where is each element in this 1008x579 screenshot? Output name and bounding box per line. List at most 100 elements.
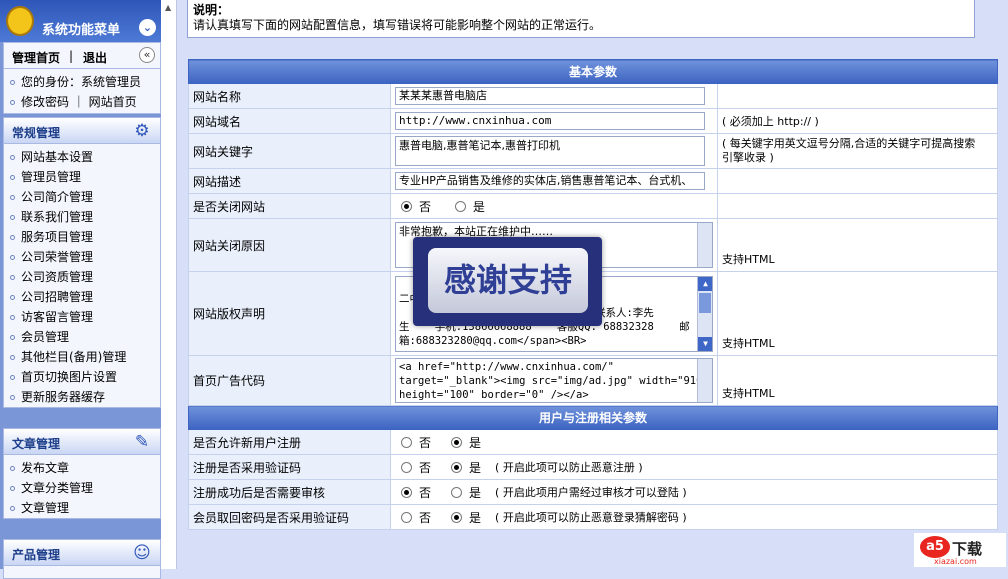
sidebar-menu-label[interactable]: 公司招聘管理 <box>21 290 93 304</box>
site-name-input[interactable]: 某某某惠普电脑店 <box>395 87 705 105</box>
sidebar-menu-label[interactable]: 文章分类管理 <box>21 481 93 495</box>
keywords-label: 网站关键字 <box>188 133 391 169</box>
sidebar-menu-label[interactable]: 文章管理 <box>21 501 69 515</box>
option-no-radio[interactable] <box>401 461 412 473</box>
sidebar-menu-label[interactable]: 更新服务器缓存 <box>21 390 105 404</box>
bullet-icon <box>10 466 15 471</box>
sidebar-menu-item[interactable]: 其他栏目(备用)管理 <box>10 347 160 367</box>
sidebar-menu-item[interactable]: 更新服务器缓存 <box>10 387 160 407</box>
keywords-note: 引擎收录 ) <box>722 151 774 164</box>
sidebar-menu-label[interactable]: 会员管理 <box>21 330 69 344</box>
user-setting-radios: 否 是 ( 开启此项可以防止恶意登录猜解密码 ) <box>390 504 998 530</box>
sidebar-menu-item[interactable]: 服务项目管理 <box>10 227 160 247</box>
close-site-yes-radio[interactable] <box>454 200 466 212</box>
notice-box: 说明： 请认真填写下面的网站配置信息，填写错误将可能影响整个网站的正常运行。 <box>187 0 975 38</box>
sidebar-menu-label[interactable]: 首页切换图片设置 <box>21 370 117 384</box>
group-header[interactable]: 常规管理 ⚙ <box>4 118 160 144</box>
option-yes-radio[interactable] <box>451 486 463 498</box>
textarea-line: target="_blank"><img src="img/ad.jpg" wi… <box>399 375 709 387</box>
sidebar-menu-label[interactable]: 管理员管理 <box>21 170 81 184</box>
sidebar-menu-label[interactable]: 其他栏目(备用)管理 <box>21 350 126 364</box>
ad-code-lines: <a href="http://www.cnxinhua.com/" target… <box>399 360 709 402</box>
group-header[interactable]: 产品管理 ☺ <box>4 540 160 566</box>
sidebar-menu-item[interactable]: 访客留言管理 <box>10 307 160 327</box>
sidebar-menu-label[interactable]: 公司资质管理 <box>21 270 93 284</box>
option-no-radio[interactable] <box>401 486 412 498</box>
logout-link[interactable]: 退出 <box>83 49 107 66</box>
scrollbar-thumb[interactable] <box>699 292 711 313</box>
close-site-no-radio[interactable] <box>401 200 412 212</box>
separator: | <box>69 49 74 63</box>
group-items: 网站基本设置 管理员管理公司简介管理 联系我们管理 服务项目管理 公司荣誉管理 公司资质管… <box>4 144 160 407</box>
sidebar-menu-item[interactable]: 首页切换图片设置 <box>10 367 160 387</box>
sidebar-menu-item[interactable]: 公司荣誉管理 <box>10 247 160 267</box>
option-yes-radio[interactable] <box>451 436 463 448</box>
bullet-icon <box>10 335 15 340</box>
sidebar-menu-label[interactable]: 发布文章 <box>21 461 69 475</box>
sidebar-menu-label[interactable]: 服务项目管理 <box>21 230 93 244</box>
sidebar-menu-label[interactable]: 网站基本设置 <box>21 150 93 164</box>
scroll-up-icon[interactable]: ▲ <box>165 3 171 12</box>
sidebar-menu-label[interactable]: 公司简介管理 <box>21 190 93 204</box>
scrollbar[interactable]: ▲ ▼ <box>697 276 712 351</box>
sidebar-menu-item[interactable]: 发布文章 <box>10 458 160 478</box>
group-title: 常规管理 <box>12 126 61 140</box>
copyright-label: 网站版权声明 <box>188 271 391 356</box>
ad-code-label: 首页广告代码 <box>188 355 391 406</box>
close-site-label: 是否关闭网站 <box>188 193 391 219</box>
user-setting-label: 注册是否采用验证码 <box>188 454 391 480</box>
sidebar-menu-item[interactable]: 联系我们管理 <box>10 207 160 227</box>
option-yes-radio[interactable] <box>451 461 463 473</box>
sidebar-menu-item[interactable]: 公司简介管理 <box>10 187 160 207</box>
sidebar-menu-label[interactable]: 联系我们管理 <box>21 210 93 224</box>
scrollbar[interactable] <box>697 359 712 402</box>
option-yes-radio[interactable] <box>451 511 463 523</box>
radio-label: 是 <box>469 460 482 475</box>
sidebar-menu-label[interactable]: 访客留言管理 <box>21 310 93 324</box>
group-title: 文章管理 <box>12 437 61 451</box>
sidebar-menu-item[interactable]: 公司资质管理 <box>10 267 160 287</box>
description-input[interactable]: 专业HP产品销售及维修的实体店,销售惠普笔记本、台式机、 <box>395 172 705 190</box>
bullet-icon <box>10 175 15 180</box>
user-setting-row: 是否允许新用户注册否是 <box>188 429 998 455</box>
sidebar-menu-item[interactable]: 公司招聘管理 <box>10 287 160 307</box>
password-home-links[interactable]: 修改密码 ｜ 网站首页 <box>10 92 160 112</box>
scrollbar[interactable] <box>697 223 712 267</box>
radio-label: 否 <box>419 199 432 214</box>
gear-icon: ⚙ <box>134 121 150 141</box>
admin-home-link[interactable]: 管理首页 <box>12 49 60 66</box>
ad-code-textarea[interactable]: <a href="http://www.cnxinhua.com/" target… <box>395 358 713 403</box>
textarea-line: height="100" border="0" /></a> <box>399 389 589 401</box>
identity-info: 您的身份：系统管理员 <box>10 72 160 92</box>
thanks-overlay: 感谢支持 <box>413 237 602 326</box>
frame-divider[interactable]: ▲ <box>161 0 177 569</box>
bullet-icon <box>10 375 15 380</box>
user-setting-row: 会员取回密码是否采用验证码 否 是 ( 开启此项可以防止恶意登录猜解密码 ) <box>188 504 998 530</box>
sidebar-menu-item[interactable]: 会员管理 <box>10 327 160 347</box>
site-name-label: 网站名称 <box>188 83 391 109</box>
sidebar-menu-label[interactable]: 公司荣誉管理 <box>21 250 93 264</box>
scroll-up-icon[interactable]: ▲ <box>698 276 712 291</box>
sidebar-menu-item[interactable]: 网站基本设置 <box>10 147 160 167</box>
sidebar-menu-item[interactable]: 文章分类管理 <box>10 478 160 498</box>
sidebar-menu-item[interactable]: 文章管理 <box>10 498 160 518</box>
sidebar-menu-item[interactable]: 管理员管理 <box>10 167 160 187</box>
option-no-radio[interactable] <box>401 436 412 448</box>
bullet-icon <box>10 255 15 260</box>
site-domain-input[interactable]: http://www.cnxinhua.com <box>395 112 705 130</box>
bullet-icon <box>10 100 15 105</box>
scroll-down-icon[interactable]: ▼ <box>698 336 712 351</box>
chevron-double-down-icon[interactable]: ⌄ <box>139 19 156 36</box>
sidebar-group-articles: 文章管理 ✎ 发布文章 文章分类管理 文章管理 <box>3 428 161 519</box>
user-setting-radios: 否 是 ( 开启此项可以防止恶意注册 ) <box>390 454 998 480</box>
bullet-icon <box>10 506 15 511</box>
logo-icon <box>6 6 34 36</box>
sidebar-group-general: 常规管理 ⚙ 网站基本设置 管理员管理公司简介管理 联系我们管理 服务项目管理 公司荣誉… <box>3 117 161 408</box>
collapse-sidebar-icon[interactable]: « <box>139 47 155 63</box>
option-no-radio[interactable] <box>401 511 412 523</box>
group-header[interactable]: 文章管理 ✎ <box>4 429 160 455</box>
keywords-input[interactable]: 惠普电脑,惠普笔记本,惠普打印机 <box>395 136 705 166</box>
radio-label: 否 <box>419 510 432 525</box>
bullet-icon <box>10 80 15 85</box>
keywords-line: 惠普电脑,惠普笔记本,惠普打印机 <box>399 139 560 152</box>
